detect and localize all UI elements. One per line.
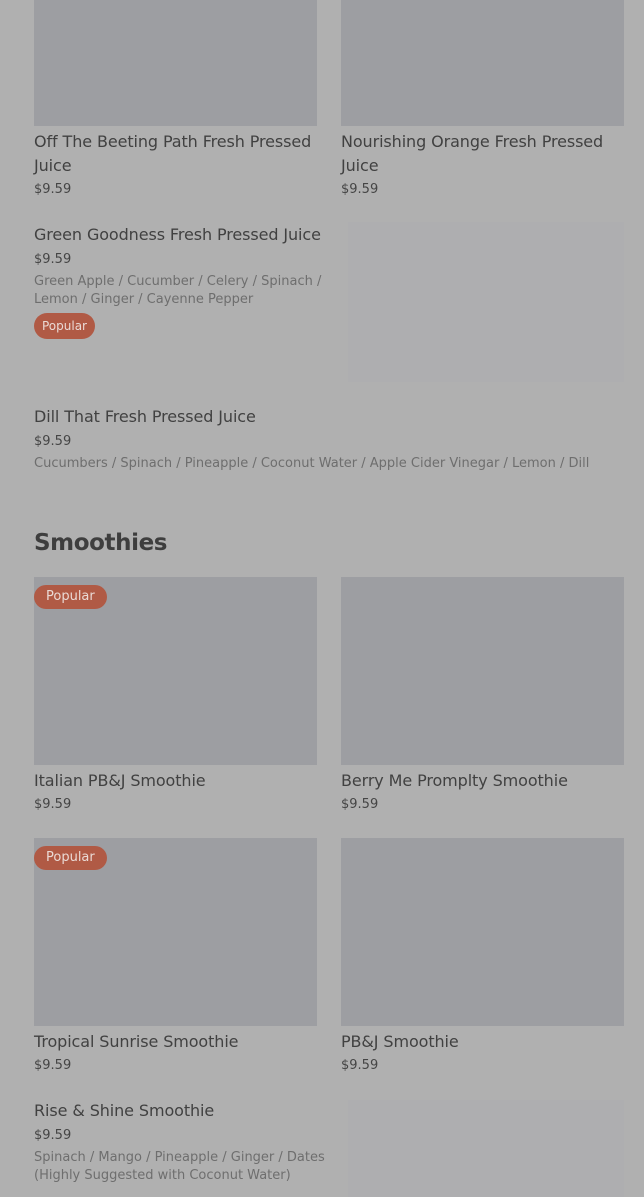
item-price: $9.59: [341, 1058, 379, 1073]
item-image: [348, 222, 624, 382]
item-description: Green Apple / Cucumber / Celery / Spinac…: [34, 274, 322, 307]
item-title: Rise & Shine Smoothie: [34, 1101, 215, 1120]
item-price: $9.59: [34, 182, 72, 197]
item-image: [341, 0, 624, 126]
item-image: [348, 1100, 624, 1197]
popular-badge: Popular: [34, 585, 107, 609]
item-image: [341, 577, 624, 765]
item-price: $9.59: [34, 1058, 72, 1073]
popular-badge: Popular: [34, 313, 95, 339]
item-title: Tropical Sunrise Smoothie: [34, 1032, 239, 1051]
item-title: Nourishing Orange Fresh Pressed Juice: [341, 132, 604, 175]
menu-page: Off The Beeting Path Fresh Pressed Juice…: [0, 0, 644, 1197]
item-price: $9.59: [34, 252, 72, 267]
item-title: Italian PB&J Smoothie: [34, 771, 206, 790]
item-price: $9.59: [34, 1128, 72, 1143]
item-price: $9.59: [341, 797, 379, 812]
item-title: PB&J Smoothie: [341, 1032, 459, 1051]
item-image: [341, 838, 624, 1026]
item-price: $9.59: [34, 797, 72, 812]
item-image: [34, 0, 317, 126]
item-price: $9.59: [34, 434, 72, 449]
section-heading-smoothies: Smoothies: [34, 530, 168, 556]
item-price: $9.59: [341, 182, 379, 197]
item-title: Berry Me Promplty Smoothie: [341, 771, 568, 790]
item-title: Off The Beeting Path Fresh Pressed Juice: [34, 132, 312, 175]
item-description: Spinach / Mango / Pineapple / Ginger / D…: [34, 1150, 325, 1183]
item-title: Dill That Fresh Pressed Juice: [34, 407, 256, 426]
item-description: Cucumbers / Spinach / Pineapple / Coconu…: [34, 456, 590, 471]
popular-badge: Popular: [34, 846, 107, 870]
item-title: Green Goodness Fresh Pressed Juice: [34, 225, 321, 244]
